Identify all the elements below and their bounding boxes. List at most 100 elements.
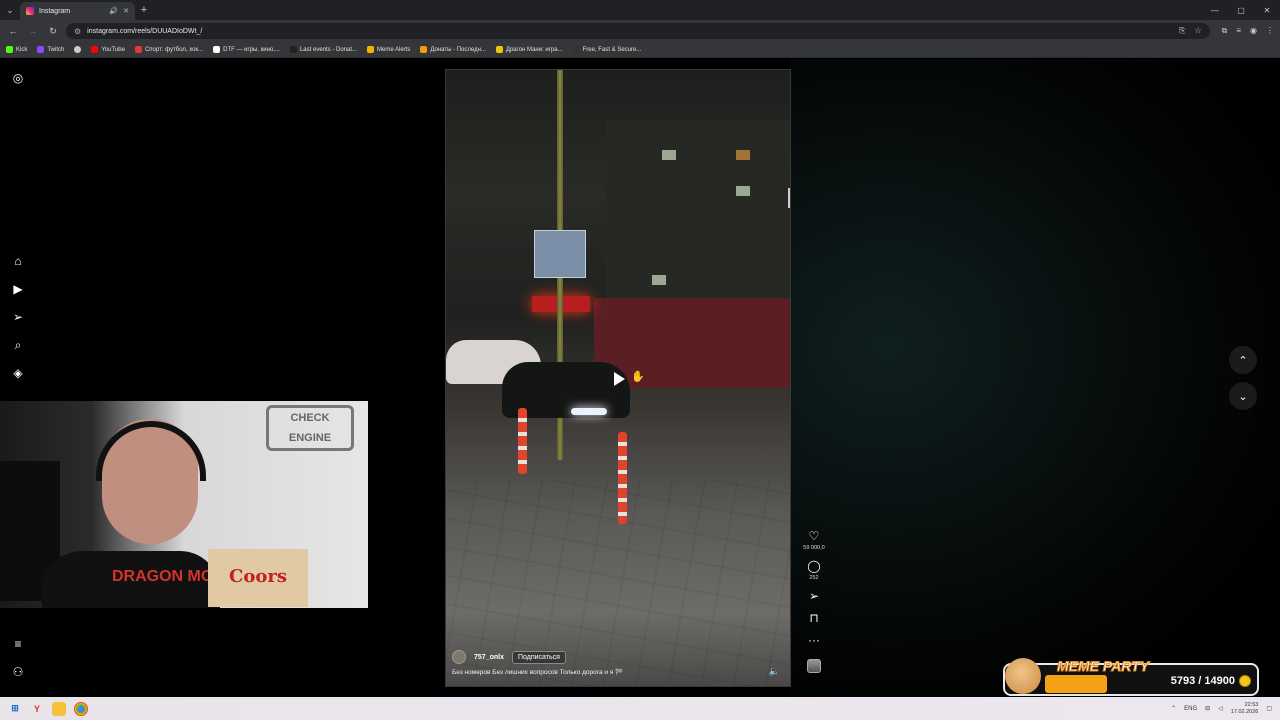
headset-icon bbox=[96, 421, 206, 481]
clock-time: 22:53 bbox=[1244, 701, 1259, 708]
meme-alerts-icon bbox=[367, 46, 374, 53]
dtf-icon bbox=[213, 46, 221, 53]
bookmark-twitch[interactable]: Twitch bbox=[37, 46, 64, 53]
author-username[interactable]: 757_onlx bbox=[474, 654, 504, 661]
audio-playing-icon[interactable]: 🔊 bbox=[109, 7, 118, 15]
share-icon[interactable]: ➢ bbox=[809, 589, 819, 603]
browser-menu-icon[interactable]: ⋮ bbox=[1266, 26, 1274, 36]
threads-apps-icon[interactable]: ⚇ bbox=[10, 664, 26, 680]
profile-icon[interactable]: ◉ bbox=[1250, 26, 1257, 36]
check-engine-sign: CHECK ENGINE bbox=[266, 405, 354, 451]
reel-footer: 757_onlx Подписаться Без номеров Без лиш… bbox=[452, 650, 782, 676]
yandex-browser-icon[interactable]: Y bbox=[30, 702, 44, 716]
audio-thumbnail[interactable] bbox=[807, 659, 821, 673]
meme-progress-value: 5793 / 14900 bbox=[1170, 675, 1235, 687]
maximize-icon[interactable]: ▢ bbox=[1228, 6, 1254, 15]
bookmark-icon[interactable]: ⊓ bbox=[809, 611, 818, 625]
more-dots-icon[interactable]: ··· bbox=[808, 633, 820, 647]
windows-start-icon[interactable]: ⊞ bbox=[8, 702, 22, 716]
forward-button[interactable]: → bbox=[26, 26, 40, 36]
streamer-webcam: CHECK ENGINE DRAGON MONEY Coors bbox=[0, 401, 368, 608]
video-progress-marker[interactable] bbox=[788, 188, 790, 208]
media-controls-icon[interactable]: ≡ bbox=[1236, 26, 1241, 36]
messages-icon[interactable]: ➢ bbox=[10, 309, 26, 325]
clock-date: 17.02.2026 bbox=[1230, 708, 1259, 715]
video-window bbox=[736, 186, 750, 196]
volume-icon[interactable]: ◁ bbox=[1218, 705, 1223, 712]
mute-icon[interactable]: 🔈 bbox=[769, 666, 780, 677]
bookmark-dragon-money[interactable]: Драгон Мани: игра... bbox=[495, 46, 563, 53]
tab-title: Instagram bbox=[39, 7, 71, 15]
save-action[interactable]: ⊓ bbox=[809, 611, 818, 625]
video-window bbox=[652, 275, 666, 285]
heart-icon[interactable]: ♡ bbox=[809, 529, 820, 543]
comment-icon[interactable]: ◯ bbox=[807, 559, 820, 573]
likes-count: 59 000,0 bbox=[803, 545, 825, 551]
reload-button[interactable]: ↻ bbox=[46, 26, 60, 37]
mail-icon bbox=[572, 46, 580, 53]
meme-party-title: MEME PARTY bbox=[1056, 658, 1150, 675]
tab-instagram[interactable]: Instagram 🔊 ✕ bbox=[20, 2, 135, 20]
donation-icon bbox=[289, 46, 297, 53]
bookmarks-bar: Kick Twitch YouTube Спорт: футбол, хок..… bbox=[0, 42, 1280, 58]
mouse-cursor-icon: ✋ bbox=[631, 371, 645, 383]
bookmark-globe[interactable] bbox=[74, 46, 82, 53]
tray-expand-icon[interactable]: ⌃ bbox=[1171, 705, 1176, 712]
search-icon[interactable]: ⌕ bbox=[10, 337, 26, 353]
extensions-icon[interactable]: ⧉ bbox=[1222, 26, 1228, 36]
kick-icon bbox=[6, 46, 13, 53]
back-button[interactable]: ← bbox=[6, 26, 20, 36]
network-icon[interactable]: ⊟ bbox=[1205, 705, 1210, 712]
video-bollard bbox=[518, 408, 527, 474]
meme-party-widget: MEME PARTY 5793 / 14900 bbox=[1003, 657, 1259, 696]
share-action[interactable]: ➢ bbox=[809, 589, 819, 603]
bookmark-donations[interactable]: Донаты - Последн... bbox=[420, 46, 486, 53]
bookmark-sport[interactable]: Спорт: футбол, хок... bbox=[134, 46, 203, 53]
url-bar[interactable]: ⚙ instagram.com/reels/DUUADIoDWt_/ ⎘ ☆ bbox=[66, 23, 1210, 39]
install-app-icon[interactable]: ⎘ bbox=[1179, 26, 1185, 36]
bookmark-youtube[interactable]: YouTube bbox=[91, 46, 125, 53]
like-action[interactable]: ♡ 59 000,0 bbox=[803, 529, 824, 551]
video-window bbox=[662, 150, 676, 160]
system-tray: ⌃ ENG ⊟ ◁ 22:53 17.02.2026 ▢ bbox=[1171, 702, 1280, 716]
more-menu-icon[interactable]: ≡ bbox=[10, 636, 26, 652]
clock[interactable]: 22:53 17.02.2026 bbox=[1231, 702, 1259, 716]
home-icon[interactable]: ⌂ bbox=[10, 253, 26, 269]
notifications-icon[interactable]: ▢ bbox=[1266, 705, 1272, 712]
new-tab-button[interactable]: + bbox=[135, 4, 153, 16]
next-reel-button[interactable]: ⌄ bbox=[1229, 382, 1257, 410]
explore-icon[interactable]: ◈ bbox=[10, 365, 26, 381]
more-options[interactable]: ··· bbox=[808, 633, 820, 647]
tab-search-icon[interactable]: ⌄ bbox=[0, 0, 20, 20]
minimize-icon[interactable]: — bbox=[1202, 6, 1228, 15]
reels-icon[interactable]: ▶ bbox=[10, 281, 26, 297]
ambient-background bbox=[790, 59, 1280, 697]
bookmark-dtf[interactable]: DTF — игры, кино,... bbox=[213, 46, 280, 53]
file-explorer-icon[interactable] bbox=[52, 701, 66, 716]
follow-button[interactable]: Подписаться bbox=[511, 650, 566, 664]
language-indicator[interactable]: ENG bbox=[1184, 706, 1197, 712]
url-text[interactable]: instagram.com/reels/DUUADIoDWt_/ bbox=[87, 28, 202, 35]
chrome-icon[interactable] bbox=[74, 701, 88, 716]
play-icon[interactable] bbox=[614, 372, 625, 386]
reel-video[interactable]: ✋ 757_onlx Подписаться Без номеров Без л… bbox=[445, 69, 791, 687]
comment-action[interactable]: ◯ 252 bbox=[807, 559, 820, 581]
donations-icon bbox=[420, 46, 428, 53]
address-toolbar: ← → ↻ ⚙ instagram.com/reels/DUUADIoDWt_/… bbox=[0, 20, 1280, 42]
bookmark-last-events[interactable]: Last events - Donat... bbox=[289, 46, 357, 53]
bookmark-free-fast[interactable]: Free, Fast & Secure... bbox=[572, 46, 641, 53]
site-info-icon[interactable]: ⚙ bbox=[74, 27, 81, 36]
meme-progress-bar bbox=[1045, 675, 1107, 693]
beer-box: Coors bbox=[208, 549, 308, 607]
instagram-logo-icon[interactable]: ◎ bbox=[10, 70, 26, 86]
bookmark-kick[interactable]: Kick bbox=[6, 46, 27, 53]
avatar[interactable] bbox=[452, 650, 466, 664]
reel-caption[interactable]: Без номеров Без лишних вопросов Только д… bbox=[452, 668, 782, 676]
close-window-icon[interactable]: ✕ bbox=[1254, 6, 1280, 15]
video-headlight bbox=[571, 408, 607, 415]
reel-author: 757_onlx Подписаться bbox=[452, 650, 782, 664]
bookmark-meme-alerts[interactable]: Meme Alerts bbox=[367, 46, 410, 53]
close-tab-icon[interactable]: ✕ bbox=[123, 7, 129, 15]
previous-reel-button[interactable]: ⌃ bbox=[1229, 346, 1257, 374]
bookmark-star-icon[interactable]: ☆ bbox=[1194, 26, 1201, 36]
